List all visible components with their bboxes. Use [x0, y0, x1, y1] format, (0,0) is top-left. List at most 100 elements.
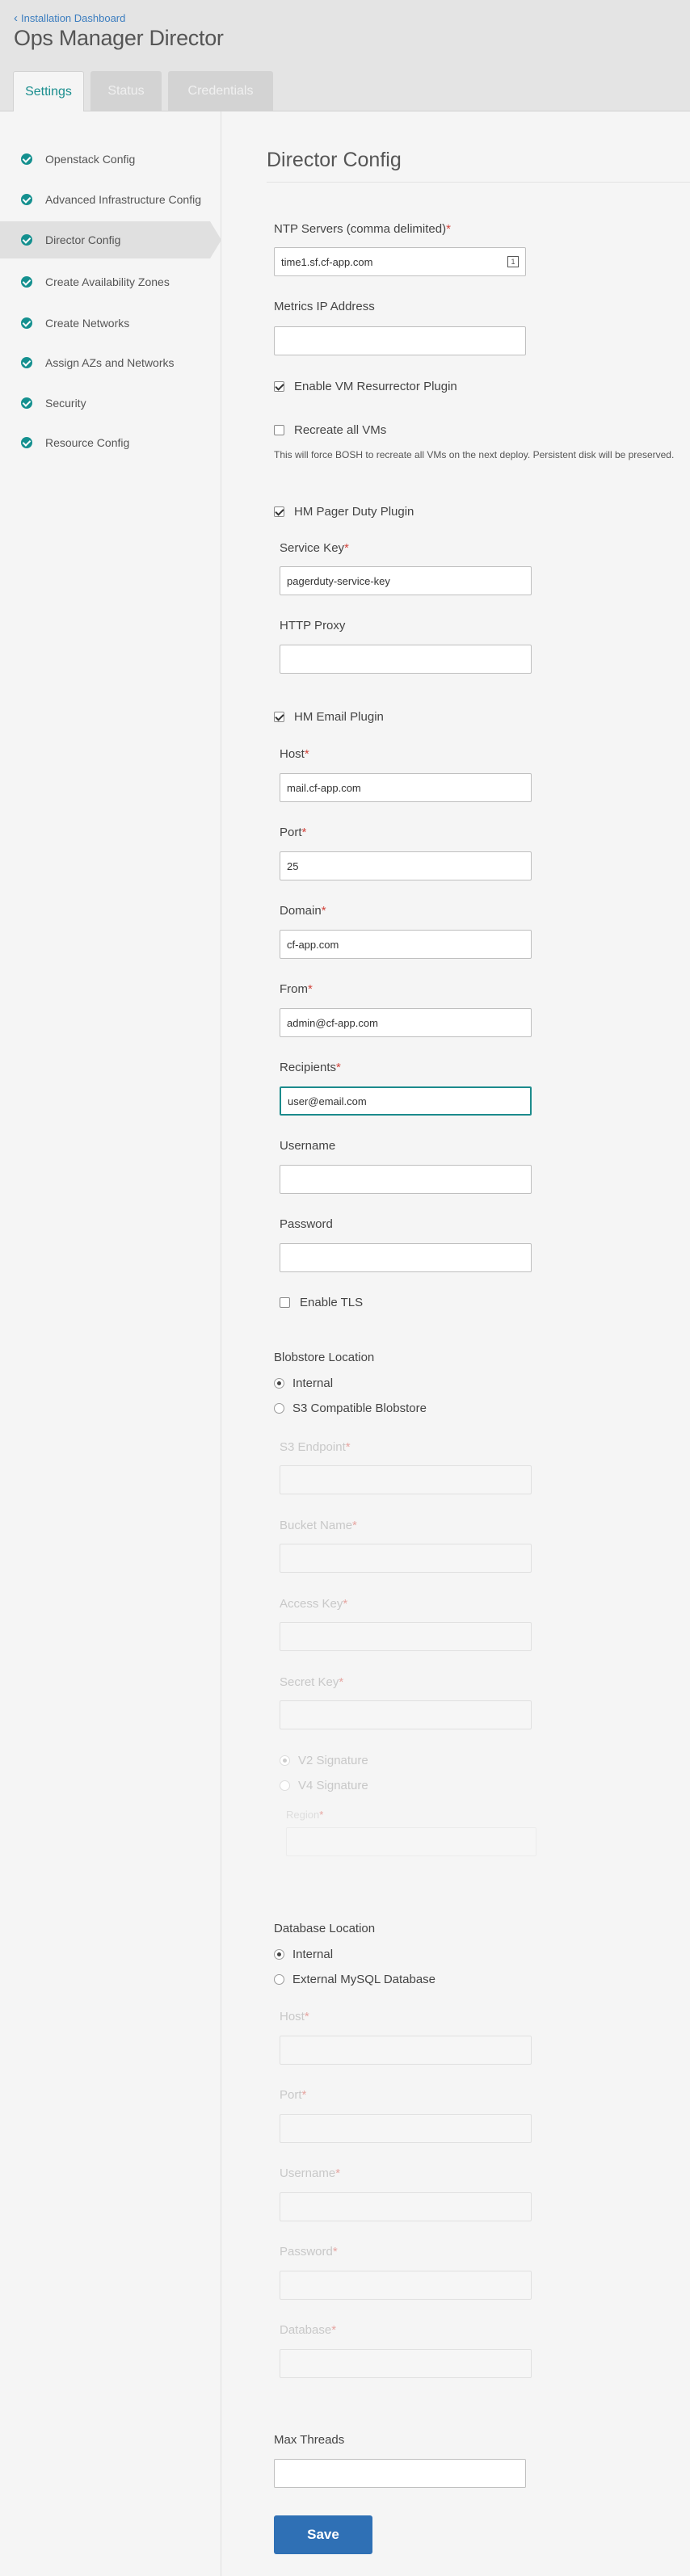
database-internal-radio[interactable]: Internal — [274, 1948, 333, 1961]
email-plugin-label: HM Email Plugin — [294, 710, 384, 724]
blobstore-internal-radio[interactable]: Internal — [274, 1376, 333, 1390]
sidebar-item-security[interactable]: Security — [0, 385, 221, 422]
region-input — [286, 1827, 536, 1856]
enable-tls-label: Enable TLS — [300, 1296, 364, 1309]
pager-duty-checkbox[interactable]: HM Pager Duty Plugin — [274, 505, 414, 519]
sidebar-item-advanced-infrastructure-config[interactable]: Advanced Infrastructure Config — [0, 181, 221, 218]
chevron-left-icon: ‹ — [14, 11, 18, 25]
save-button[interactable]: Save — [274, 2515, 372, 2554]
email-recipients-input[interactable]: user@email.com — [280, 1086, 532, 1116]
radio-unselected-icon — [274, 1403, 284, 1414]
sidebar-item-label: Create Networks — [45, 317, 130, 330]
tab-bar: Settings Status Credentials — [13, 71, 280, 112]
bucket-name-input — [280, 1544, 532, 1573]
checkbox-checked-icon — [274, 381, 284, 392]
enable-tls-checkbox[interactable]: Enable TLS — [280, 1296, 363, 1309]
db-host-label: Host* — [280, 2010, 309, 2023]
sidebar-item-label: Security — [45, 397, 86, 410]
db-username-input — [280, 2192, 532, 2221]
radio-selected-icon — [280, 1755, 290, 1766]
radio-unselected-icon — [274, 1974, 284, 1985]
tab-status[interactable]: Status — [90, 71, 162, 111]
sidebar-item-label: Openstack Config — [45, 153, 136, 166]
email-host-input[interactable]: mail.cf-app.com — [280, 773, 532, 802]
database-external-radio[interactable]: External MySQL Database — [274, 1973, 435, 1986]
check-circle-icon — [21, 437, 32, 448]
s3-endpoint-label: S3 Endpoint* — [280, 1440, 351, 1454]
vm-resurrector-checkbox[interactable]: Enable VM Resurrector Plugin — [274, 380, 457, 393]
radio-selected-icon — [274, 1378, 284, 1389]
radio-unselected-icon — [280, 1780, 290, 1791]
s3-endpoint-input — [280, 1465, 532, 1494]
email-password-input[interactable] — [280, 1243, 532, 1272]
check-circle-icon — [21, 317, 32, 329]
sidebar-item-label: Create Availability Zones — [45, 275, 170, 288]
sidebar-item-create-networks[interactable]: Create Networks — [0, 305, 221, 342]
check-circle-icon — [21, 234, 32, 246]
email-from-label: From* — [280, 982, 313, 996]
ntp-servers-input[interactable]: time1.sf.cf-app.com 1 — [274, 247, 526, 276]
pager-duty-label: HM Pager Duty Plugin — [294, 505, 414, 519]
secret-key-input — [280, 1700, 532, 1729]
access-key-label: Access Key* — [280, 1597, 348, 1611]
email-password-label: Password — [280, 1217, 333, 1231]
check-circle-icon — [21, 397, 32, 409]
http-proxy-label: HTTP Proxy — [280, 619, 346, 632]
vm-resurrector-label: Enable VM Resurrector Plugin — [294, 380, 457, 393]
tab-settings[interactable]: Settings — [13, 71, 84, 112]
secret-key-label: Secret Key* — [280, 1675, 344, 1689]
email-recipients-label: Recipients* — [280, 1061, 341, 1074]
v2-signature-radio: V2 Signature — [280, 1754, 368, 1767]
page-header: ‹ Installation Dashboard Ops Manager Dir… — [0, 0, 690, 112]
recreate-vms-label: Recreate all VMs — [294, 423, 387, 437]
sidebar-item-assign-azs-and-networks[interactable]: Assign AZs and Networks — [0, 344, 221, 381]
service-key-label: Service Key* — [280, 541, 349, 555]
v4-signature-radio: V4 Signature — [280, 1779, 368, 1792]
database-location-label: Database Location — [274, 1922, 376, 1935]
email-port-input[interactable]: 25 — [280, 851, 532, 880]
check-circle-icon — [21, 194, 32, 205]
recreate-vms-checkbox[interactable]: Recreate all VMs — [274, 423, 386, 437]
sidebar-item-openstack-config[interactable]: Openstack Config — [0, 141, 221, 178]
region-label: Region* — [286, 1809, 324, 1821]
ntp-servers-value: time1.sf.cf-app.com — [281, 255, 373, 268]
radio-label: V2 Signature — [298, 1754, 368, 1767]
app-title: Ops Manager Director — [14, 26, 224, 50]
sidebar-item-label: Director Config — [45, 233, 121, 246]
db-port-input — [280, 2114, 532, 2143]
service-key-input[interactable]: pagerduty-service-key — [280, 566, 532, 595]
sidebar-item-create-availability-zones[interactable]: Create Availability Zones — [0, 263, 221, 300]
max-threads-label: Max Threads — [274, 2433, 345, 2447]
email-username-input[interactable] — [280, 1165, 532, 1194]
radio-label: S3 Compatible Blobstore — [292, 1401, 427, 1415]
access-key-input — [280, 1622, 532, 1651]
sidebar-item-label: Assign AZs and Networks — [45, 356, 175, 369]
blobstore-location-label: Blobstore Location — [274, 1351, 375, 1364]
radio-label: Internal — [292, 1376, 334, 1390]
max-threads-input[interactable] — [274, 2459, 526, 2488]
radio-selected-icon — [274, 1949, 284, 1960]
email-domain-input[interactable]: cf-app.com — [280, 930, 532, 959]
email-from-input[interactable]: admin@cf-app.com — [280, 1008, 532, 1037]
bucket-name-label: Bucket Name* — [280, 1519, 357, 1532]
blobstore-s3-radio[interactable]: S3 Compatible Blobstore — [274, 1401, 427, 1415]
db-host-input — [280, 2036, 532, 2065]
http-proxy-input[interactable] — [280, 645, 532, 674]
check-circle-icon — [21, 153, 32, 165]
sidebar: Openstack Config Advanced Infrastructure… — [0, 111, 221, 2576]
checkbox-unchecked-icon — [280, 1297, 290, 1308]
db-port-label: Port* — [280, 2088, 307, 2102]
divider — [267, 182, 690, 183]
email-domain-label: Domain* — [280, 904, 326, 918]
sidebar-item-resource-config[interactable]: Resource Config — [0, 424, 221, 461]
sidebar-item-label: Resource Config — [45, 436, 130, 449]
page-title: Director Config — [267, 149, 402, 171]
checkbox-checked-icon — [274, 506, 284, 517]
back-link[interactable]: ‹ Installation Dashboard — [14, 11, 125, 25]
sidebar-item-director-config[interactable]: Director Config — [0, 221, 221, 258]
email-plugin-checkbox[interactable]: HM Email Plugin — [274, 710, 384, 724]
ntp-servers-label: NTP Servers (comma delimited)* — [274, 222, 451, 236]
tab-credentials[interactable]: Credentials — [168, 71, 273, 111]
metrics-ip-input[interactable] — [274, 326, 526, 355]
radio-label: External MySQL Database — [292, 1973, 436, 1986]
